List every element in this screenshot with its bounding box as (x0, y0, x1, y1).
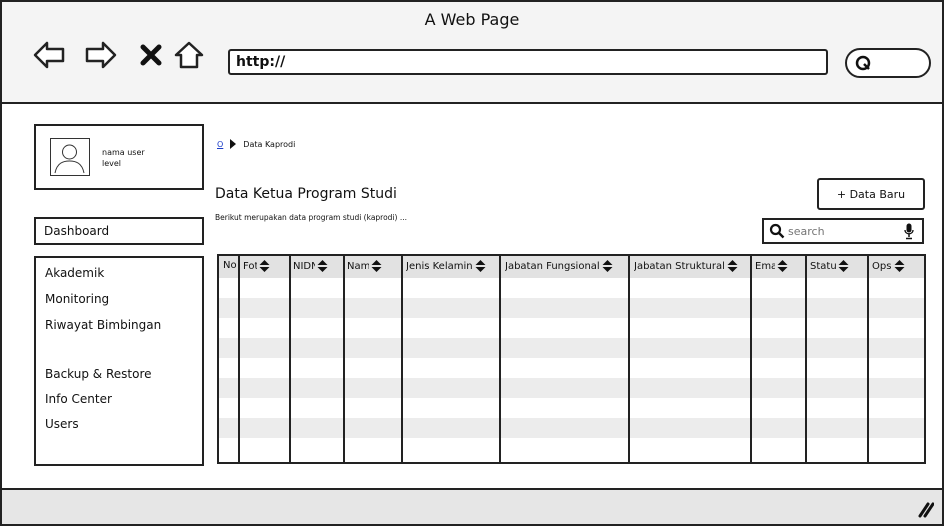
sort-icon (838, 260, 849, 272)
breadcrumb-home-link[interactable]: O (217, 140, 223, 149)
sort-icon (727, 260, 738, 272)
breadcrumb-current: Data Kaprodi (243, 139, 296, 149)
sidebar-item-info-center[interactable]: Info Center (45, 392, 112, 406)
browser-window: A Web Page http:// nama user level Dashb… (0, 0, 944, 526)
page-title: Data Ketua Program Studi (215, 186, 397, 202)
sidebar-item-users[interactable]: Users (45, 417, 79, 431)
back-button[interactable] (30, 38, 68, 72)
column-header-nidn[interactable]: NIDN (293, 260, 341, 272)
sidebar-item-monitoring[interactable]: Monitoring (45, 292, 109, 306)
user-level: level (102, 159, 122, 168)
data-table: No Foto NIDN Nama Jenis Kelamin Jabatan … (217, 254, 926, 464)
sort-icon (475, 260, 486, 272)
status-bar (2, 488, 942, 524)
add-data-button[interactable]: + Data Baru (817, 178, 925, 210)
column-header-label: No (223, 260, 237, 271)
column-divider (628, 256, 630, 462)
search-icon (855, 55, 871, 71)
sort-icon (317, 260, 328, 272)
column-divider (238, 256, 240, 462)
column-header-nama[interactable]: Nama (347, 260, 399, 272)
column-divider (289, 256, 291, 462)
search-input[interactable] (788, 223, 898, 239)
column-header-label: Jabatan Struktural (634, 260, 725, 272)
resize-grip-icon[interactable] (914, 498, 934, 518)
sort-icon (602, 260, 613, 272)
stop-button[interactable] (132, 38, 170, 72)
sidebar-item-riwayat-bimbingan[interactable]: Riwayat Bimbingan (45, 318, 161, 332)
forward-button[interactable] (82, 38, 120, 72)
column-divider (343, 256, 345, 462)
table-row[interactable] (219, 338, 924, 358)
browser-chrome: A Web Page http:// (2, 2, 942, 104)
home-icon (174, 41, 204, 69)
avatar (50, 138, 90, 176)
column-header-no[interactable]: No (223, 260, 238, 271)
browser-search-button[interactable] (845, 48, 931, 78)
microphone-icon[interactable] (904, 223, 914, 240)
table-row[interactable] (219, 298, 924, 318)
sidebar-item-akademik[interactable]: Akademik (45, 266, 104, 280)
column-header-jenis-kelamin[interactable]: Jenis Kelamin (406, 260, 497, 272)
table-row[interactable] (219, 378, 924, 398)
column-header-foto[interactable]: Foto (243, 260, 287, 272)
sidebar-item-backup-restore[interactable]: Backup & Restore (45, 367, 152, 381)
url-bar[interactable]: http:// (228, 49, 828, 75)
arrow-left-icon (33, 41, 65, 69)
column-header-label: Email (755, 260, 775, 272)
column-divider (401, 256, 403, 462)
search-icon (769, 223, 785, 239)
user-card: nama user level (34, 124, 204, 190)
page-description: Berikut merupakan data program studi (ka… (215, 213, 407, 222)
column-header-status[interactable]: Status (810, 260, 865, 272)
breadcrumb: O Data Kaprodi (217, 139, 295, 149)
arrow-right-icon (85, 41, 117, 69)
sort-icon (894, 260, 905, 272)
column-header-email[interactable]: Email (755, 260, 803, 272)
column-header-label: Status (810, 260, 836, 272)
column-header-opsi[interactable]: Opsi (872, 260, 922, 272)
x-icon (140, 44, 162, 66)
user-name: nama user (102, 148, 145, 157)
window-title: A Web Page (424, 10, 520, 29)
sidebar-item-dashboard[interactable]: Dashboard (34, 217, 204, 245)
column-header-label: NIDN (293, 260, 315, 272)
sort-icon (777, 260, 788, 272)
column-header-jabatan-struktural[interactable]: Jabatan Struktural (634, 260, 748, 272)
user-icon (54, 144, 85, 174)
sort-icon (371, 260, 382, 272)
column-header-jabatan-fungsional[interactable]: Jabatan Fungsional (505, 260, 626, 272)
sort-icon (259, 260, 270, 272)
column-divider (867, 256, 869, 462)
page-content: nama user level Dashboard Akademik Monit… (2, 106, 942, 486)
column-header-label: Foto (243, 260, 257, 272)
column-divider (499, 256, 501, 462)
chevron-right-icon (229, 139, 237, 149)
column-divider (750, 256, 752, 462)
search-box[interactable] (762, 218, 924, 244)
column-header-label: Opsi (872, 260, 892, 272)
column-header-label: Jenis Kelamin (406, 260, 473, 272)
table-row[interactable] (219, 418, 924, 438)
column-header-label: Jabatan Fungsional (505, 260, 600, 272)
column-divider (805, 256, 807, 462)
home-button[interactable] (170, 38, 208, 72)
sidebar-menu: Akademik Monitoring Riwayat Bimbingan Ba… (34, 256, 204, 466)
column-header-label: Nama (347, 260, 369, 272)
